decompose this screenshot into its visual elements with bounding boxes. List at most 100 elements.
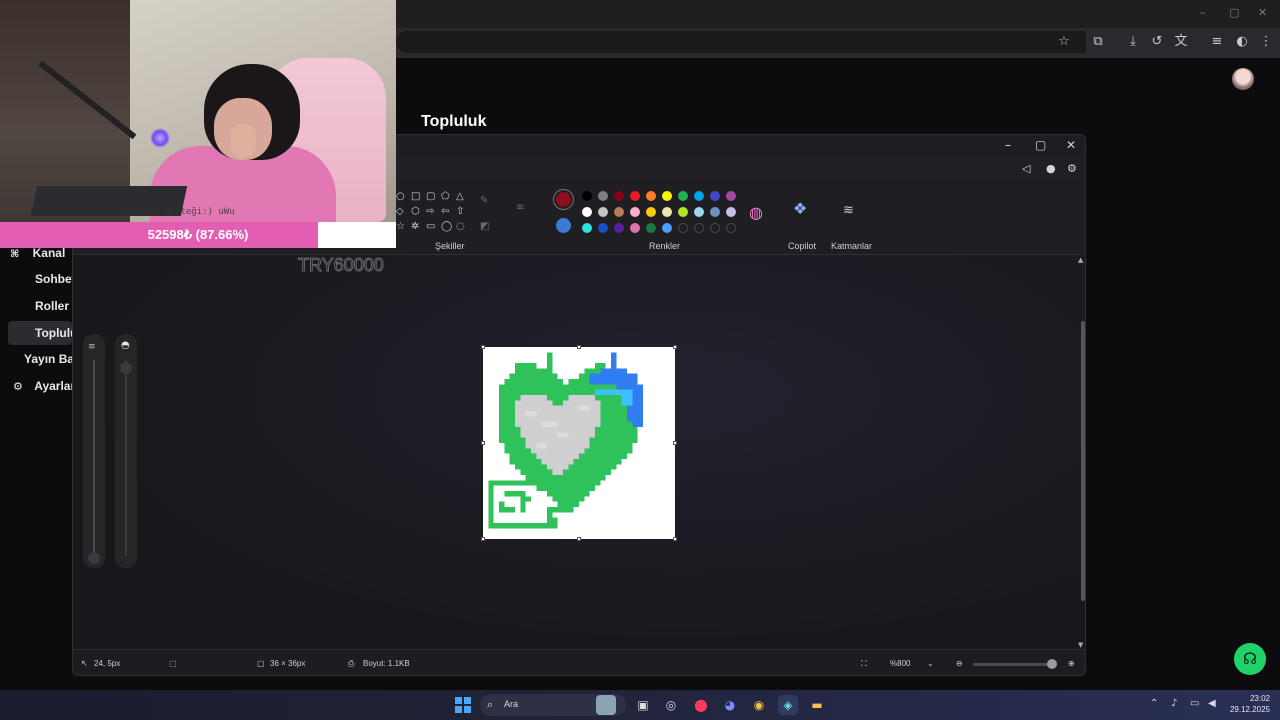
app-explorer-icon[interactable]: ▬ [807,695,827,715]
palette-color-swatch[interactable] [598,191,608,201]
shape-arrow-left-icon[interactable]: ⇦ [441,206,449,217]
layers-icon[interactable]: ≋ [843,203,854,218]
drawing-canvas[interactable] [483,347,675,539]
address-bar[interactable] [396,31,1086,53]
palette-color-swatch[interactable] [598,207,608,217]
primary-color-swatch[interactable] [556,192,571,207]
brush-size-slider[interactable]: ≡ [83,334,105,568]
palette-color-swatch[interactable] [630,191,640,201]
shape-oval-callout-icon[interactable]: ◯ [441,221,452,232]
opacity-thumb[interactable] [120,362,132,374]
copilot-icon[interactable]: ❖ [793,199,807,218]
fill-icon[interactable]: ◩ [480,221,489,232]
palette-color-swatch[interactable] [582,223,592,233]
chevron-down-icon[interactable]: ⌄ [927,659,934,668]
browser-maximize-icon[interactable]: ▢ [1229,6,1239,19]
shape-star-icon[interactable]: ☆ [396,221,405,232]
download-icon[interactable]: ⤓ [1124,33,1142,51]
shape-arrow-up-icon[interactable]: ⇧ [456,206,464,217]
palette-color-swatch[interactable] [710,207,720,217]
scroll-up-icon[interactable]: ▲ [1078,256,1083,264]
shape-rect-icon[interactable]: □ [411,191,420,202]
scroll-down-icon[interactable]: ▼ [1078,641,1083,649]
copilot-label[interactable]: Copilot [788,241,816,251]
task-view-icon[interactable]: ▣ [633,695,653,715]
fit-to-window-icon[interactable]: ⛶ [861,659,867,669]
zoom-level-select[interactable]: %800 [890,659,910,668]
palette-color-swatch[interactable] [646,223,656,233]
resize-handle[interactable] [481,345,485,349]
palette-color-swatch[interactable] [678,191,688,201]
size-icon[interactable]: ≡ [516,202,524,213]
sidebar-item-roller[interactable]: Roller [35,295,69,317]
browser-menu-icon[interactable]: ⋮ [1257,33,1275,51]
browser-minimize-icon[interactable]: – [1200,6,1206,19]
resize-handle[interactable] [673,537,677,541]
paint-maximize-icon[interactable]: ▢ [1035,138,1046,152]
extensions-icon[interactable]: ⧉ [1089,33,1107,51]
shape-polygon-icon[interactable]: ⬠ [441,191,450,202]
taskbar-search-input[interactable]: Ara [504,699,518,709]
palette-color-swatch[interactable] [710,223,720,233]
palette-color-swatch[interactable] [678,223,688,233]
zoom-slider[interactable] [973,663,1053,666]
resize-handle[interactable] [577,345,581,349]
sidebar-item-ayarlar[interactable]: ⚙ Ayarlar [13,375,75,397]
palette-color-swatch[interactable] [726,191,736,201]
app-discord-icon[interactable]: ◕ [720,695,740,715]
headset-icon[interactable]: ☊ [1234,643,1266,675]
layers-label[interactable]: Katmanlar [831,241,872,251]
account-icon[interactable]: ● [1046,162,1056,175]
sidebar-item-sohbet[interactable]: Sohbet [35,268,76,290]
paint-close-icon[interactable]: ✕ [1066,138,1076,152]
palette-color-swatch[interactable] [614,223,624,233]
outline-icon[interactable]: ✎ [480,195,488,206]
palette-color-swatch[interactable] [710,191,720,201]
microphone-icon[interactable]: ♪ [1171,698,1177,709]
history-icon[interactable]: ↺ [1148,33,1166,51]
zoom-out-icon[interactable]: ⊖ [956,659,963,668]
brush-size-thumb[interactable] [88,552,100,564]
palette-color-swatch[interactable] [694,191,704,201]
taskbar-date[interactable]: 29.12.2025 [1224,705,1270,714]
palette-color-swatch[interactable] [662,223,672,233]
vertical-scrollbar[interactable] [1081,321,1085,601]
shape-diamond-icon[interactable]: ◇ [396,206,404,217]
resize-handle[interactable] [577,537,581,541]
palette-color-swatch[interactable] [630,223,640,233]
shape-oval-icon[interactable]: ○ [396,191,405,202]
resize-handle[interactable] [673,345,677,349]
palette-color-swatch[interactable] [662,191,672,201]
shape-arrow-right-icon[interactable]: ⇨ [426,206,434,217]
network-icon[interactable]: ▭ [1190,698,1199,709]
shape-sparkle-icon[interactable]: ✲ [411,221,419,232]
paint-minimize-icon[interactable]: – [1005,138,1011,152]
palette-color-swatch[interactable] [694,207,704,217]
app-chrome-icon[interactable]: ◉ [749,695,769,715]
app-browser-icon[interactable]: ◈ [778,695,798,715]
translate-icon[interactable]: 文 [1172,33,1190,51]
shape-roundrect-icon[interactable]: ▢ [426,191,435,202]
palette-color-swatch[interactable] [598,223,608,233]
shape-pentagon-icon[interactable]: ⬡ [411,206,420,217]
palette-color-swatch[interactable] [614,191,624,201]
app-music-icon[interactable]: ⬤ [691,695,711,715]
palette-color-swatch[interactable] [694,223,704,233]
palette-color-swatch[interactable] [726,207,736,217]
palette-color-swatch[interactable] [646,207,656,217]
resize-handle[interactable] [481,537,485,541]
windows-start-button[interactable] [455,697,471,713]
shape-triangle-icon[interactable]: △ [456,191,464,202]
palette-color-swatch[interactable] [678,207,688,217]
tray-chevron-up-icon[interactable]: ⌃ [1150,698,1158,709]
palette-color-swatch[interactable] [582,191,592,201]
opacity-slider[interactable]: ◓ [115,334,137,568]
shape-cloud-icon[interactable]: ◌ [456,221,465,232]
palette-color-swatch[interactable] [662,207,672,217]
share-icon[interactable]: ◁ [1022,162,1030,175]
zoom-in-icon[interactable]: ⊕ [1068,659,1075,668]
volume-icon[interactable]: ◀ [1208,698,1216,709]
reading-list-icon[interactable]: ≡ [1208,33,1226,51]
palette-color-swatch[interactable] [614,207,624,217]
resize-handle[interactable] [481,441,485,445]
